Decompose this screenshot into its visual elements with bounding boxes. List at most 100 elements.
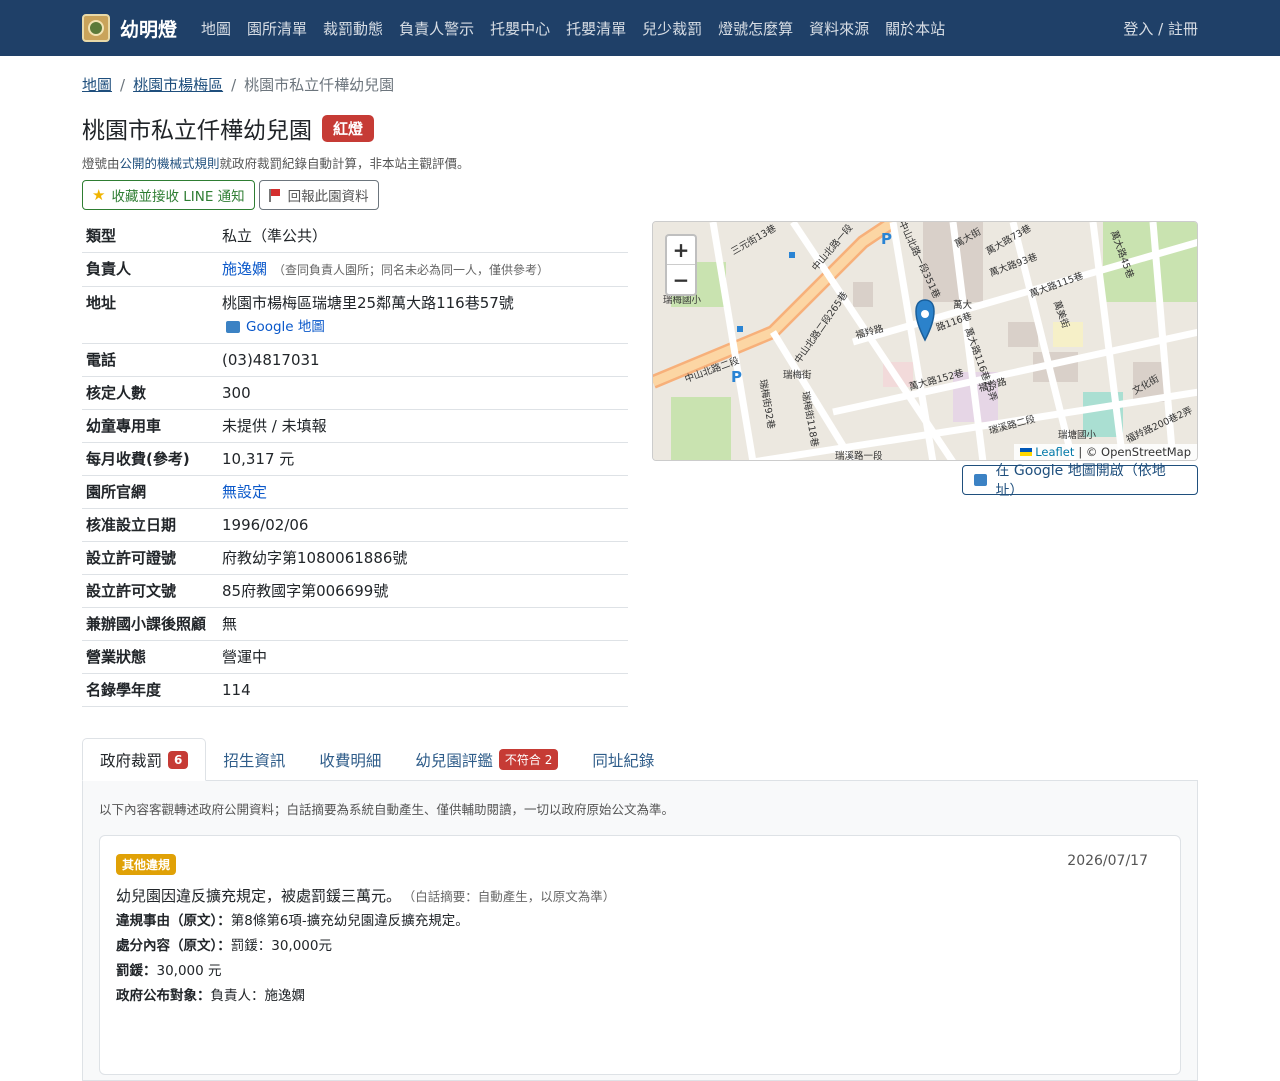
breadcrumb-separator: / — [231, 75, 237, 94]
map-label: 瑞塘國小 — [1058, 430, 1097, 441]
info-key: 負責人 — [86, 260, 132, 278]
info-value: 1996/02/06 — [222, 516, 309, 534]
info-value: 114 — [222, 681, 251, 699]
violation-type-badge: 其他違規 — [116, 854, 177, 875]
zoom-out-button[interactable]: − — [667, 265, 695, 294]
nav-item-nursery[interactable]: 托嬰中心 — [482, 18, 558, 39]
report-button[interactable]: 回報此園資料 — [258, 180, 379, 210]
website-link[interactable]: 無設定 — [222, 483, 267, 501]
follow-label: 收藏並接收 LINE 通知 — [111, 189, 245, 205]
target-label: 政府公布對象： — [116, 988, 211, 1004]
nav-item-sources[interactable]: 資料來源 — [801, 18, 877, 39]
info-key: 園所官網 — [86, 483, 147, 501]
info-key: 電話 — [86, 351, 117, 369]
rules-link[interactable]: 公開的機械式規則 — [120, 156, 220, 171]
top-navbar: 幼明燈 地圖 園所清單 裁罰動態 負責人警示 托嬰中心 托嬰清單 兒少裁罰 燈號… — [0, 0, 1280, 56]
tab-enrollment[interactable]: 招生資訊 — [206, 738, 302, 781]
info-value: 府教幼字第1080061886號 — [222, 549, 408, 567]
login-register-link[interactable]: 登入 / 註冊 — [1123, 18, 1198, 39]
leaflet-link[interactable]: Leaflet — [1020, 445, 1074, 459]
info-row-doc: 設立許可文號 85府教國字第006699號 — [82, 575, 628, 608]
map-attribution: Leaflet | © OpenStreetMap — [1014, 444, 1197, 460]
target-text: 負責人：施逸嫻 — [210, 988, 306, 1004]
info-value: 施逸嫻 （查同負責人園所；同名未必為同一人，僅供參考） — [222, 258, 549, 281]
svg-text:P: P — [881, 230, 892, 248]
tab-penalties[interactable]: 政府裁罰 6 — [82, 738, 207, 781]
nav-menu: 地圖 園所清單 裁罰動態 負責人警示 托嬰中心 托嬰清單 兒少裁罰 燈號怎麼算 … — [193, 18, 953, 39]
brand[interactable]: 幼明燈 — [82, 14, 177, 42]
nav-item-map[interactable]: 地圖 — [193, 18, 239, 39]
leaflet-label: Leaflet — [1035, 445, 1075, 459]
page-title: 桃園市私立仟樺幼兒園 — [82, 118, 312, 144]
star-icon: ★ — [92, 186, 106, 204]
breadcrumb-separator: / — [120, 75, 126, 94]
location-map[interactable]: P P 三元街13巷 中山北路一段 中山北路一段351巷 萬大街 萬大路73巷 … — [652, 221, 1198, 461]
osm-attribution[interactable]: | © OpenStreetMap — [1078, 445, 1191, 459]
info-row-bus: 幼童專用車 未提供 / 未填報 — [82, 410, 628, 443]
report-label: 回報此園資料 — [287, 189, 369, 205]
brand-name[interactable]: 幼明燈 — [120, 15, 177, 42]
penalty-date: 2026/07/17 — [1067, 853, 1148, 869]
nav-item-child-penalties[interactable]: 兒少裁罰 — [634, 18, 710, 39]
reason-text: 第8條第6項-擴充幼兒園違反擴充規定。 — [230, 913, 469, 929]
open-google-maps-button[interactable]: 在 Google 地圖開啟（依地址） — [962, 463, 1198, 499]
info-row-year: 名錄學年度 114 — [82, 674, 628, 707]
nav-item-penalties[interactable]: 裁罰動態 — [315, 18, 391, 39]
summary-note: （白話摘要：自動產生，以原文為準） — [409, 889, 616, 904]
breadcrumb-district[interactable]: 桃園市楊梅區 — [133, 74, 223, 95]
follow-line-button[interactable]: ★ 收藏並接收 LINE 通知 — [82, 180, 255, 210]
nav-item-owner-alerts[interactable]: 負責人警示 — [391, 18, 482, 39]
nav-item-about[interactable]: 關於本站 — [877, 18, 953, 39]
breadcrumb-current: 桃園市私立仟樺幼兒園 — [244, 76, 395, 94]
info-value: (03)4817031 — [222, 351, 320, 369]
noncompliance-badge: 不符合 2 — [498, 749, 559, 770]
info-value: 未提供 / 未填報 — [222, 417, 327, 435]
info-key: 兼辦國小課後照顧 — [86, 615, 207, 633]
content-label: 處分內容（原文）： — [116, 938, 231, 954]
tab-fees[interactable]: 收費明細 — [302, 738, 398, 781]
info-value: 私立（準公共） — [222, 227, 328, 245]
tab-evaluation[interactable]: 幼兒園評鑑 不符合 2 — [398, 738, 575, 781]
info-row-fee: 每月收費(參考) 10,317 元 — [82, 443, 628, 476]
breadcrumb: 地圖 / 桃園市楊梅區 / 桃園市私立仟樺幼兒園 — [82, 74, 1198, 95]
info-key: 設立許可證號 — [86, 549, 177, 567]
penalty-count-badge: 6 — [168, 750, 189, 769]
summary-text: 幼兒園因違反擴充規定，被處罰鍰三萬元。 — [116, 887, 402, 905]
action-buttons: ★ 收藏並接收 LINE 通知 回報此園資料 — [82, 180, 1198, 210]
tab-same-address[interactable]: 同址紀錄 — [575, 738, 671, 781]
light-status-badge: 紅燈 — [322, 114, 375, 142]
light-note: 燈號由公開的機械式規則就政府裁罰紀錄自動計算，非本站主觀評價。 — [82, 153, 1198, 172]
info-key: 核定人數 — [86, 384, 147, 402]
info-key: 地址 — [86, 294, 117, 312]
info-value: 85府教國字第006699號 — [222, 582, 389, 600]
zoom-in-button[interactable]: + — [667, 236, 695, 265]
tab-label: 幼兒園評鑑 — [415, 751, 493, 770]
logo-icon — [82, 14, 110, 42]
tab-label: 招生資訊 — [223, 751, 286, 770]
info-key: 每月收費(參考) — [86, 450, 190, 468]
nav-item-nursery-list[interactable]: 托嬰清單 — [558, 18, 634, 39]
main-container: 地圖 / 桃園市楊梅區 / 桃園市私立仟樺幼兒園 桃園市私立仟樺幼兒園 紅燈 燈… — [82, 56, 1198, 1081]
map-label: 瑞溪路一段 — [835, 451, 883, 461]
penalty-summary: 幼兒園因違反擴充規定，被處罰鍰三萬元。 （白話摘要：自動產生，以原文為準） — [116, 885, 1164, 906]
owner-note: （查同負責人園所；同名未必為同一人，僅供參考） — [273, 263, 550, 277]
disclaimer-note: 以下內容客觀轉述政府公開資料；白話摘要為系統自動產生、僅供輔助閱讀，一切以政府原… — [99, 802, 675, 817]
breadcrumb-home[interactable]: 地圖 — [82, 74, 112, 95]
nav-item-light-rules[interactable]: 燈號怎麼算 — [710, 18, 801, 39]
google-map-link[interactable]: Google 地圖 — [222, 316, 514, 338]
fine-amount: 30,000 元 — [156, 963, 222, 979]
info-value: 300 — [222, 384, 251, 402]
map-icon — [226, 321, 240, 333]
info-key: 設立許可文號 — [86, 582, 177, 600]
info-value: 營運中 — [222, 648, 268, 666]
penalty-card: 其他違規 2026/07/17 幼兒園因違反擴充規定，被處罰鍰三萬元。 （白話摘要… — [99, 835, 1181, 1075]
info-value: 無設定 — [222, 481, 267, 503]
penalties-panel: 以下內容客觀轉述政府公開資料；白話摘要為系統自動產生、僅供輔助閱讀，一切以政府原… — [82, 781, 1198, 1081]
reason-label: 違規事由（原文）： — [116, 913, 231, 929]
owner-link[interactable]: 施逸嫻 — [222, 260, 267, 278]
info-row-address: 地址 桃園市楊梅區瑞塘里25鄰萬大路116巷57號 Google 地圖 — [82, 287, 628, 344]
info-row-website: 園所官網 無設定 — [82, 476, 628, 509]
nav-item-list[interactable]: 園所清單 — [239, 18, 315, 39]
tab-label: 同址紀錄 — [592, 751, 655, 770]
google-map-link-label[interactable]: Google 地圖 — [246, 316, 325, 338]
